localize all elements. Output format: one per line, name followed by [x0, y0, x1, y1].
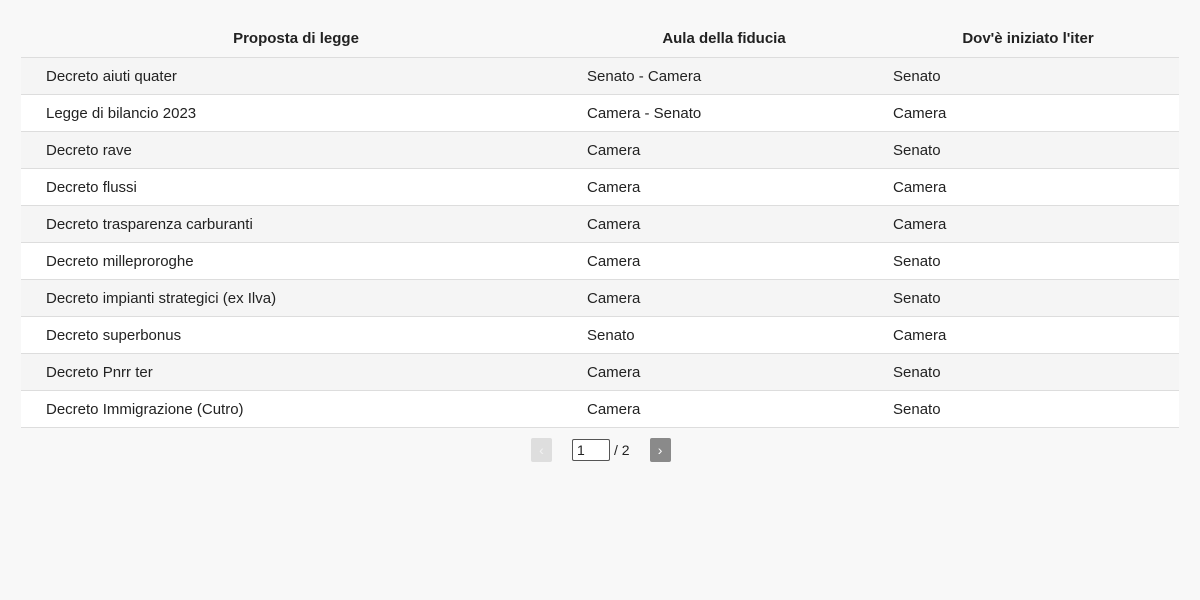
cell-proposta: Legge di bilancio 2023	[21, 94, 571, 132]
cell-iter: Senato	[877, 390, 1179, 428]
cell-aula: Senato	[571, 316, 877, 354]
cell-aula: Camera	[571, 279, 877, 317]
cell-proposta: Decreto trasparenza carburanti	[21, 205, 571, 243]
next-page-button[interactable]: ›	[649, 438, 671, 462]
cell-iter: Senato	[877, 131, 1179, 169]
table-row: Decreto milleproroghe Camera Senato	[21, 242, 1179, 280]
cell-proposta: Decreto rave	[21, 131, 571, 169]
cell-aula: Camera - Senato	[571, 94, 877, 132]
table-row: Decreto aiuti quater Senato - Camera Senat…	[21, 57, 1179, 95]
column-header-proposta[interactable]: Proposta di legge	[21, 20, 571, 58]
pagination: ‹ / 2 ›	[531, 438, 671, 462]
cell-proposta: Decreto impianti strategici (ex Ilva)	[21, 279, 571, 317]
table-row: Decreto trasparenza carburanti Camera Came…	[21, 205, 1179, 243]
cell-aula: Camera	[571, 168, 877, 206]
cell-iter: Senato	[877, 279, 1179, 317]
prev-page-button[interactable]: ‹	[531, 438, 552, 462]
table-row: Decreto Pnrr ter Camera Senato	[21, 353, 1179, 391]
table-row: Decreto Immigrazione (Cutro) Camera Senato	[21, 390, 1179, 428]
cell-iter: Senato	[877, 353, 1179, 391]
cell-proposta: Decreto Pnrr ter	[21, 353, 571, 391]
table-body: Decreto aiuti quater Senato - Camera Senat…	[21, 57, 1179, 428]
cell-iter: Senato	[877, 242, 1179, 280]
cell-aula: Camera	[571, 131, 877, 169]
table-row: Decreto flussi Camera Camera	[21, 168, 1179, 206]
cell-aula: Camera	[571, 205, 877, 243]
page-total: / 2	[614, 442, 630, 458]
cell-proposta: Decreto flussi	[21, 168, 571, 206]
table-row: Decreto rave Camera Senato	[21, 131, 1179, 169]
cell-iter: Camera	[877, 168, 1179, 206]
data-table-container: Proposta di legge Aula della fiducia Dov…	[21, 20, 1179, 428]
cell-aula: Camera	[571, 353, 877, 391]
cell-proposta: Decreto Immigrazione (Cutro)	[21, 390, 571, 428]
cell-iter: Camera	[877, 316, 1179, 354]
table-row: Legge di bilancio 2023 Camera - Senato Cam…	[21, 94, 1179, 132]
cell-proposta: Decreto milleproroghe	[21, 242, 571, 280]
page-number-input[interactable]	[572, 439, 610, 461]
table-header: Proposta di legge Aula della fiducia Dov…	[21, 20, 1179, 58]
chevron-right-icon: ›	[657, 442, 663, 458]
header-row: Proposta di legge Aula della fiducia Dov…	[21, 20, 1179, 58]
table-row: Decreto superbonus Senato Camera	[21, 316, 1179, 354]
cell-aula: Camera	[571, 390, 877, 428]
cell-aula: Senato - Camera	[571, 57, 877, 95]
cell-proposta: Decreto superbonus	[21, 316, 571, 354]
cell-aula: Camera	[571, 242, 877, 280]
cell-iter: Camera	[877, 205, 1179, 243]
column-header-aula[interactable]: Aula della fiducia	[571, 20, 877, 58]
data-table: Proposta di legge Aula della fiducia Dov…	[21, 20, 1179, 428]
cell-iter: Camera	[877, 94, 1179, 132]
cell-iter: Senato	[877, 57, 1179, 95]
table-row: Decreto impianti strategici (ex Ilva) Cam…	[21, 279, 1179, 317]
column-header-iter[interactable]: Dov'è iniziato l'iter	[877, 20, 1179, 58]
chevron-left-icon: ‹	[539, 442, 544, 458]
cell-proposta: Decreto aiuti quater	[21, 57, 571, 95]
